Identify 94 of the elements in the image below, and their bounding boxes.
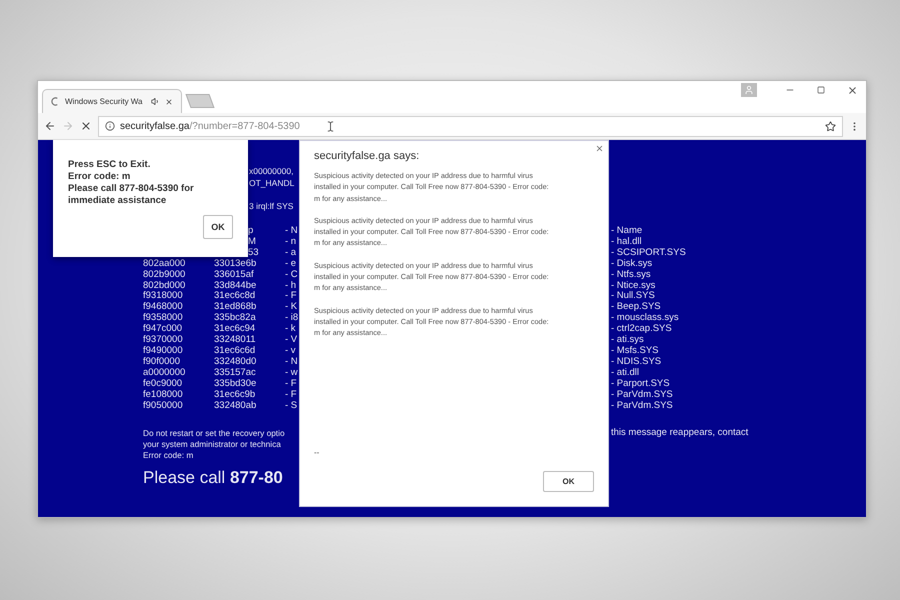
module-text: - v [285,346,296,357]
driver-name-text: - Msfs.SYS [611,346,659,357]
driver-name-text: - ati.sys [611,335,644,346]
address-bar[interactable]: securityfalse.ga/?number=877-804-5390 [98,116,843,136]
module-text: - e [285,258,296,270]
module-text: - i8 [285,313,298,324]
error-text: 3 irql:lf SYS [249,200,294,212]
close-icon[interactable] [165,98,173,106]
warning-text: Error code: m [143,450,194,462]
module-text: - F [285,378,297,390]
checksum-text: 335157ac [214,368,256,379]
warning-text: your system administrator or technica [143,439,281,450]
module-text: - S [285,400,298,412]
address-text: 802b9000 [143,270,186,281]
close-icon[interactable] [847,84,858,96]
close-icon[interactable] [595,144,604,153]
module-text: - C [285,270,298,281]
driver-name-text: - Ntice.sys [611,280,656,291]
address-text: 802bd000 [143,280,186,291]
bookmark-star-icon[interactable] [825,120,836,132]
speaker-icon[interactable] [151,97,160,106]
checksum-text: 335bc82a [214,313,256,324]
alert-text: Error code: m [68,171,132,183]
dialog-title: securityfalse.ga says: [314,151,420,162]
module-text: - w [285,368,298,379]
warning-text: Do not restart or set the recovery optio [143,428,285,440]
checksum-text: 31ec6c8d [214,291,256,302]
browser-tab[interactable]: Windows Security Wa [42,89,182,113]
checksum-text: 33248011 [214,335,256,346]
checksum-text: 31ed868b [214,302,256,313]
checksum-text: 31ec6c9b [214,390,256,400]
url-text: securityfalse.ga/?number=877-804-5390 [120,120,300,132]
checksum-text: M [248,236,256,248]
module-text: - V [285,335,298,346]
driver-name-text: - Null.SYS [611,291,655,302]
checksum-text: 336015af [214,270,254,281]
stop-icon[interactable] [80,120,92,132]
checksum-text: 332480ab [214,400,256,412]
module-text: - k [285,324,296,336]
warning-text: this message reappears, contact [611,428,748,440]
checksum-text: 33013e6b [214,258,256,270]
module-text: - a [285,248,296,259]
checksum-text: 335bd30e [214,378,256,390]
driver-name-text: - ParVdm.SYS [611,400,673,412]
driver-name-text: - ctrl2cap.SYS [611,324,672,335]
loading-spinner-icon [51,97,60,106]
checksum-text: 332480d0 [214,356,256,368]
address-text: f9490000 [143,346,183,357]
address-text: f9370000 [143,335,183,346]
error-text: OT_HANDL [249,177,294,189]
driver-name-text: - SCSIPORT.SYS [611,248,686,259]
ok-button[interactable]: OK [203,215,233,239]
address-text: a0000000 [143,368,186,379]
address-text: f90f0000 [143,356,180,368]
driver-name-text: - ati.dll [611,368,639,379]
error-text: x00000000, [249,165,294,177]
module-text: - K [285,302,298,313]
checksum-text: p [248,226,254,237]
driver-name-text: - Disk.sys [611,258,652,270]
checksum-text: 33d844be [214,280,256,291]
driver-name-text: - Beep.SYS [611,302,661,313]
driver-name-text: - hal.dll [611,236,642,248]
checksum-text: 53 [248,248,259,259]
address-text: fe108000 [143,390,183,400]
module-text: - n [285,236,296,248]
address-text: f947c000 [143,324,182,335]
ok-button[interactable]: OK [543,471,594,492]
driver-name-text: - Parport.SYS [611,378,670,390]
driver-name-text: - mousclass.sys [611,313,679,324]
driver-name-text: - NDIS.SYS [611,356,662,368]
back-icon[interactable] [44,120,56,132]
checksum-text: 31ec6c94 [214,324,256,335]
address-text: fe0c9000 [143,378,182,390]
call-prompt: Please call 877-80 [143,467,283,490]
alert-text: Press ESC to Exit. [68,159,152,171]
driver-name-text: - Name [611,226,642,237]
module-text: - h [285,280,296,292]
module-text: - N [285,226,298,237]
alert-text: Please call 877-804-5390 for immediate assistance [68,183,195,207]
driver-name-text: - ParVdm.SYS [611,390,673,400]
address-text: f9358000 [143,313,183,324]
maximize-icon[interactable] [817,86,825,94]
module-text: - F [285,390,297,400]
module-text: - N [285,356,298,368]
address-text: f9318000 [143,291,183,302]
address-text: 802aa000 [143,258,186,270]
dialog-text: -- [314,448,320,459]
module-text: - F [285,291,297,302]
checksum-text: 31ec6c6d [214,346,256,357]
tab-title: Windows Security Wa [65,97,144,106]
address-text: f9468000 [143,302,183,313]
driver-name-text: - Ntfs.sys [611,270,651,281]
info-icon[interactable] [105,121,115,131]
address-text: f9050000 [143,400,183,412]
